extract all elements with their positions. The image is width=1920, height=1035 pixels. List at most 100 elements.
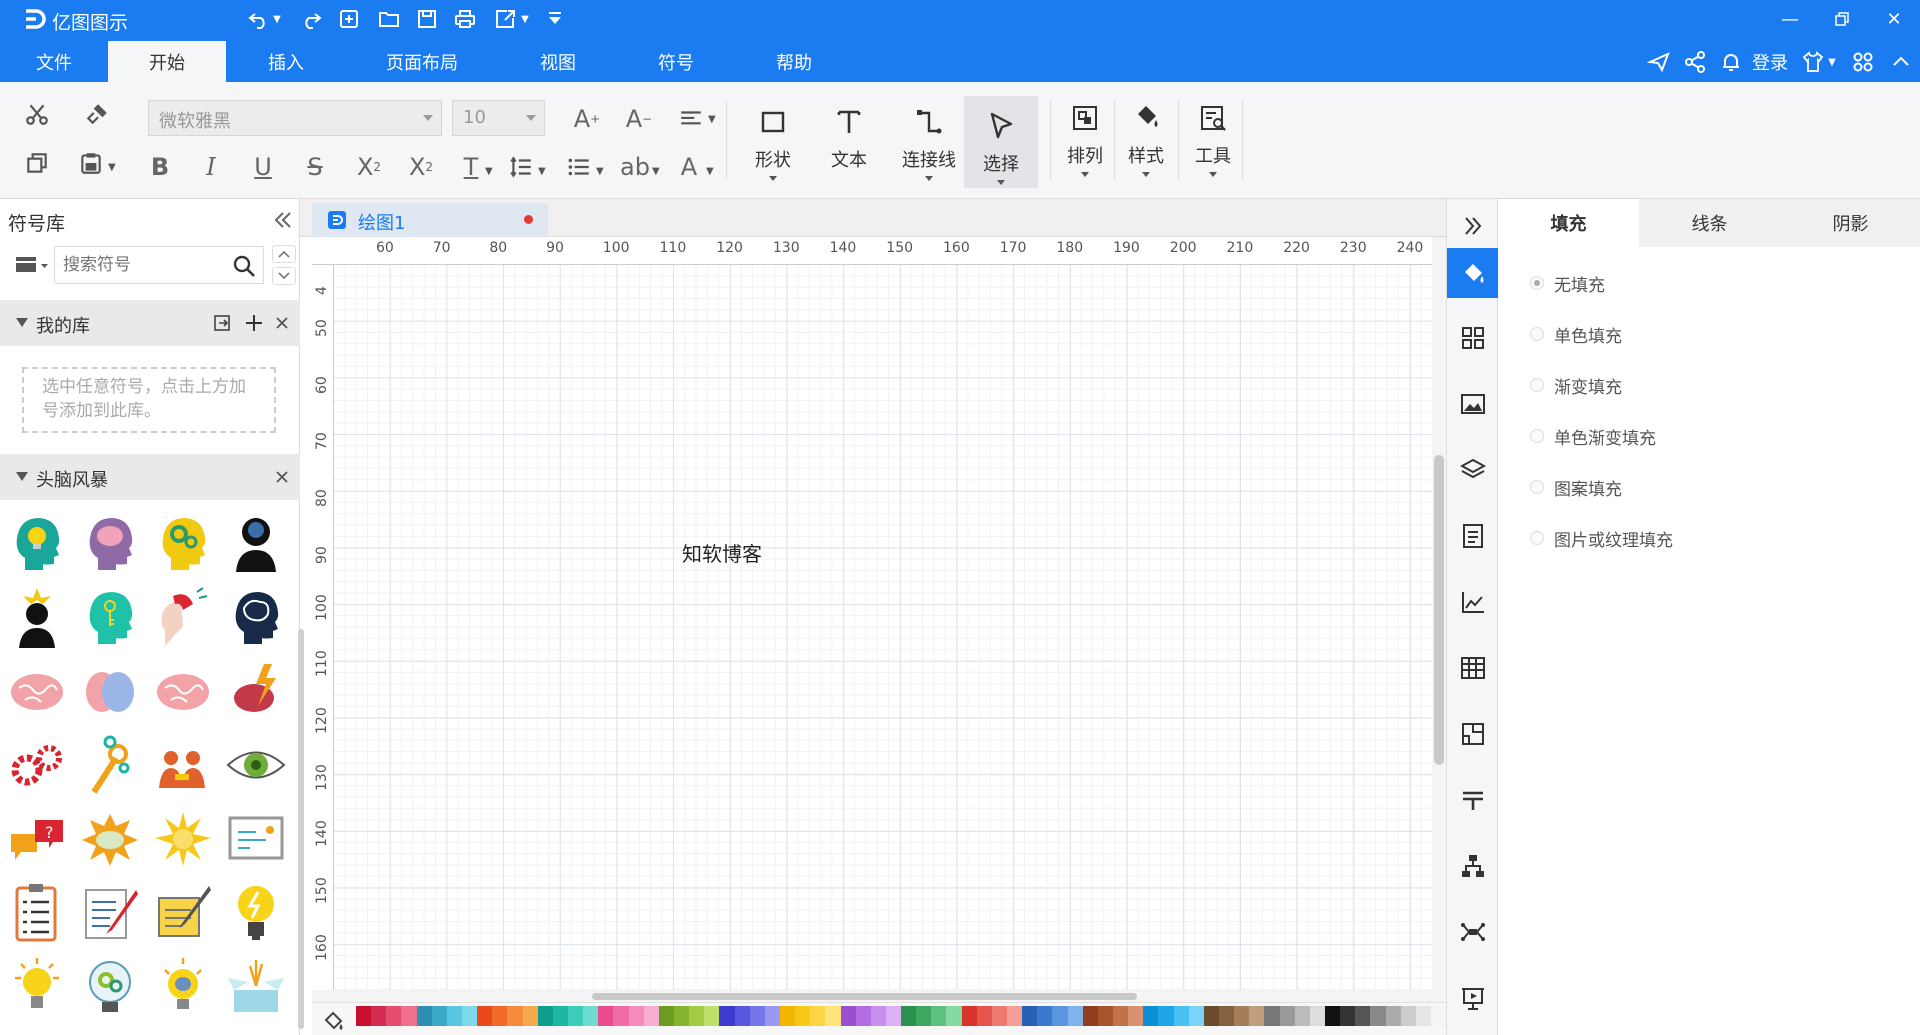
color-swatch[interactable] <box>764 1006 780 1026</box>
color-swatch[interactable] <box>1264 1006 1280 1026</box>
left-panel-scrollbar[interactable] <box>298 629 304 1029</box>
send-icon[interactable] <box>1644 47 1674 77</box>
vertical-scroll-thumb[interactable] <box>1434 455 1444 765</box>
symbol-search-input[interactable] <box>63 255 223 275</box>
close-icon[interactable] <box>274 315 290 331</box>
share-icon[interactable] <box>1680 47 1710 77</box>
align-dropdown-icon[interactable]: ▼ <box>708 114 716 125</box>
chalkboard-icon[interactable] <box>225 806 287 872</box>
color-swatch[interactable] <box>961 1006 977 1026</box>
highlight-dropdown-icon[interactable]: ▼ <box>652 166 660 177</box>
grid-panel-icon[interactable] <box>1447 313 1499 363</box>
color-swatch[interactable] <box>446 1006 462 1026</box>
bell-icon[interactable] <box>1716 47 1746 77</box>
symbol-search-box[interactable] <box>54 246 264 284</box>
close-button[interactable]: ✕ <box>1874 4 1914 34</box>
menu-tab-page-layout[interactable]: 页面布局 <box>360 41 484 82</box>
lightbulb-head-icon[interactable] <box>6 510 68 576</box>
color-swatch[interactable] <box>1325 1006 1341 1026</box>
radio-button[interactable] <box>1530 531 1544 545</box>
italic-icon[interactable]: I <box>194 150 228 184</box>
hierarchy-panel-icon[interactable] <box>1447 841 1499 891</box>
drawing-canvas[interactable] <box>334 265 1432 990</box>
tab-line[interactable]: 线条 <box>1639 199 1780 247</box>
my-library-header[interactable]: 我的库 <box>0 300 300 346</box>
color-swatch[interactable] <box>1234 1006 1250 1026</box>
add-icon[interactable] <box>243 312 265 334</box>
color-swatch[interactable] <box>1219 1006 1235 1026</box>
import-icon[interactable] <box>212 313 232 333</box>
login-button[interactable]: 登录 <box>1752 49 1788 75</box>
style-button[interactable]: 样式 <box>1114 88 1178 178</box>
fill-option-gradient[interactable]: 渐变填充 <box>1530 373 1622 398</box>
menu-tab-home[interactable]: 开始 <box>108 41 226 82</box>
new-file-icon[interactable] <box>336 6 362 32</box>
color-swatch[interactable] <box>1385 1006 1401 1026</box>
color-swatch[interactable] <box>689 1006 705 1026</box>
font-size-select[interactable]: 10 <box>452 100 545 136</box>
search-icon[interactable] <box>231 253 257 279</box>
color-swatch[interactable] <box>719 1006 735 1026</box>
brain-lightning-icon[interactable] <box>225 658 287 724</box>
superscript-icon[interactable]: X2 <box>350 150 388 184</box>
color-swatch[interactable] <box>901 1006 917 1026</box>
color-swatch[interactable] <box>1097 1006 1114 1026</box>
collapse-ribbon-icon[interactable] <box>1886 47 1916 77</box>
color-swatch[interactable] <box>1113 1006 1129 1026</box>
color-swatch[interactable] <box>1415 1006 1431 1026</box>
color-swatch[interactable] <box>552 1006 568 1026</box>
text-style-icon[interactable]: T <box>454 150 488 184</box>
minimize-button[interactable]: — <box>1770 4 1810 34</box>
align-icon[interactable] <box>674 102 708 136</box>
image-panel-icon[interactable] <box>1447 379 1499 429</box>
color-swatch[interactable] <box>1128 1006 1144 1026</box>
export-dropdown-icon[interactable]: ▼ <box>518 6 532 32</box>
menu-tab-help[interactable]: 帮助 <box>736 41 852 82</box>
connector-button[interactable]: 连接线 <box>890 92 968 182</box>
apps-grid-icon[interactable] <box>1848 47 1878 77</box>
bullet-list-icon[interactable] <box>562 150 596 184</box>
table-panel-icon[interactable] <box>1447 643 1499 693</box>
color-swatch[interactable] <box>386 1006 402 1026</box>
open-folder-icon[interactable] <box>376 6 402 32</box>
color-swatch[interactable] <box>613 1006 629 1026</box>
tools-button[interactable]: 工具 <box>1178 88 1248 178</box>
color-swatch[interactable] <box>795 1006 811 1026</box>
color-swatch[interactable] <box>1370 1006 1386 1026</box>
shape-button[interactable]: 形状 <box>738 92 808 182</box>
idea-silhouette-icon[interactable] <box>6 584 68 650</box>
color-swatch[interactable] <box>356 1006 372 1026</box>
brain-bulb-icon[interactable] <box>152 954 214 1020</box>
color-swatch[interactable] <box>1188 1006 1204 1026</box>
text-highlight-icon[interactable]: ab <box>618 150 652 184</box>
horizontal-scroll-thumb[interactable] <box>592 993 1137 1000</box>
gear-bulb-icon[interactable] <box>79 954 141 1020</box>
color-swatch[interactable] <box>507 1006 523 1026</box>
color-swatch[interactable] <box>1052 1006 1068 1026</box>
font-color-dropdown-icon[interactable]: ▼ <box>706 166 714 177</box>
page-panel-icon[interactable] <box>1447 511 1499 561</box>
color-swatch[interactable] <box>870 1006 886 1026</box>
starburst-icon[interactable] <box>152 806 214 872</box>
color-swatch[interactable] <box>673 1006 690 1026</box>
chart-panel-icon[interactable] <box>1447 577 1499 627</box>
color-swatch[interactable] <box>628 1006 644 1026</box>
color-swatch[interactable] <box>401 1006 417 1026</box>
thinking-silhouette-icon[interactable] <box>225 510 287 576</box>
collapse-panel-icon[interactable] <box>270 207 296 233</box>
glowing-bulb-icon[interactable] <box>6 954 68 1020</box>
undo-dropdown-icon[interactable]: ▼ <box>270 6 284 32</box>
arrange-button[interactable]: 排列 <box>1050 88 1120 178</box>
undo-icon[interactable] <box>246 6 272 32</box>
color-swatch[interactable] <box>1158 1006 1174 1026</box>
library-menu-icon[interactable] <box>14 251 52 279</box>
shirt-icon[interactable] <box>1798 47 1828 77</box>
underline-icon[interactable]: U <box>246 150 280 184</box>
color-swatch[interactable] <box>371 1006 387 1026</box>
color-swatch[interactable] <box>1279 1006 1295 1026</box>
color-swatch[interactable] <box>931 1006 947 1026</box>
presentation-panel-icon[interactable] <box>1447 973 1499 1023</box>
color-swatch[interactable] <box>658 1006 674 1026</box>
redo-icon[interactable] <box>298 6 324 32</box>
menu-tab-symbols[interactable]: 符号 <box>618 41 734 82</box>
